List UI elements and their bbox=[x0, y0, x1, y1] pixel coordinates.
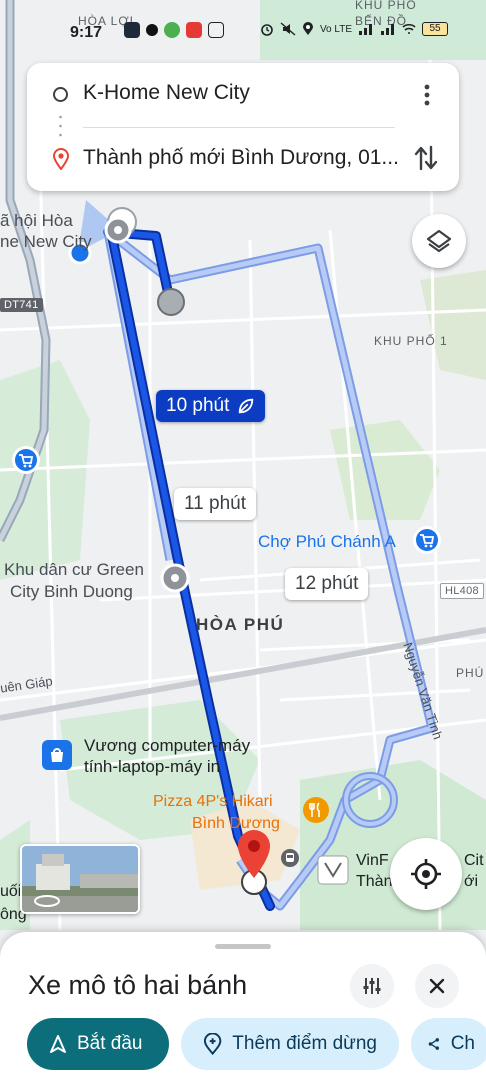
signal-icon bbox=[359, 24, 372, 35]
map-label-vuong-2[interactable]: tính-laptop-máy in bbox=[84, 758, 220, 776]
road-shield-hl408: HL408 bbox=[440, 583, 484, 599]
tune-icon bbox=[363, 978, 381, 994]
map-label-moi: ới bbox=[464, 873, 479, 890]
restaurant-icon bbox=[309, 802, 320, 817]
eco-leaf-icon bbox=[239, 398, 254, 414]
start-navigation-button[interactable]: Bắt đầu bbox=[27, 1018, 169, 1070]
status-time: 9:17 bbox=[70, 24, 103, 41]
map-label-cho-phu-chanh[interactable]: Chợ Phú Chánh A bbox=[258, 533, 396, 551]
shopping-bag-icon bbox=[51, 748, 63, 762]
add-stop-label: Thêm điểm dừng bbox=[232, 1033, 377, 1054]
map-label-khu-dan-cu-1[interactable]: Khu dân cư Green bbox=[4, 561, 144, 579]
alarm-icon bbox=[261, 24, 273, 36]
add-location-icon bbox=[203, 1033, 222, 1055]
map-label-uoi: uối bbox=[0, 883, 22, 900]
map-label-vinf-1[interactable]: VinF bbox=[356, 852, 389, 870]
vinfast-logo-icon bbox=[324, 862, 342, 878]
route-connector-dots bbox=[59, 115, 62, 137]
navigation-arrow-icon bbox=[50, 1035, 66, 1053]
app-green-icon bbox=[164, 22, 180, 38]
road-shield-dt741: DT741 bbox=[0, 298, 43, 312]
destination-pin-icon bbox=[53, 148, 69, 170]
map-label-khu-pho-1: KHU PHỐ 1 bbox=[374, 334, 448, 348]
swap-directions-icon[interactable] bbox=[413, 143, 439, 173]
my-location-button[interactable] bbox=[390, 838, 462, 910]
map-label-pizza-1[interactable]: Pizza 4P's Hikari bbox=[153, 793, 273, 811]
network-label: Vo LTE bbox=[319, 23, 352, 35]
signal-icon-2 bbox=[381, 24, 394, 35]
bus-stop-icon bbox=[286, 853, 294, 862]
origin-circle-icon bbox=[53, 87, 68, 102]
directions-bottom-sheet[interactable]: Xe mô tô hai bánh Bắt đầu Thêm điểm dừng bbox=[0, 932, 486, 1080]
route-card-divider bbox=[83, 127, 395, 128]
map-label-phu: PHÚ bbox=[456, 666, 485, 680]
mail-icon bbox=[208, 22, 224, 38]
crosshair-icon bbox=[411, 859, 441, 889]
map-label-pizza-2[interactable]: Bình Dương bbox=[192, 815, 280, 833]
layers-button[interactable] bbox=[412, 214, 466, 268]
notification-icons bbox=[124, 22, 224, 38]
start-label: Bắt đầu bbox=[77, 1033, 143, 1054]
close-button[interactable] bbox=[415, 964, 459, 1008]
share-icon bbox=[428, 1038, 439, 1050]
origin-field[interactable]: K-Home New City bbox=[83, 81, 250, 105]
wifi-icon bbox=[402, 23, 416, 34]
cart-icon bbox=[19, 454, 34, 468]
layers-icon bbox=[426, 229, 452, 253]
eta-label-alt1[interactable]: 11 phút bbox=[174, 488, 256, 520]
zalo-icon bbox=[124, 22, 140, 38]
street-view-thumbnail[interactable] bbox=[20, 844, 140, 914]
mute-icon bbox=[280, 22, 296, 36]
eta-main-text: 10 phút bbox=[166, 395, 230, 416]
street-view-360-icon bbox=[34, 895, 60, 907]
travel-mode-title: Xe mô tô hai bánh bbox=[28, 970, 248, 1000]
map-label-new-city: ne New City bbox=[0, 232, 92, 251]
route-card: K-Home New City Thành phố mới Bình Dương… bbox=[27, 63, 459, 191]
map-label-vinf-2[interactable]: Thàn bbox=[356, 873, 392, 891]
action-chips: Bắt đầu Thêm điểm dừng Ch bbox=[27, 1018, 486, 1070]
add-stop-button[interactable]: Thêm điểm dừng bbox=[181, 1018, 399, 1070]
tiktok-icon bbox=[146, 24, 158, 36]
map-label-hoa-phu: HÒA PHÚ bbox=[196, 615, 285, 634]
share-label: Ch bbox=[450, 1033, 475, 1054]
map-label-cit: Cit bbox=[464, 852, 484, 869]
location-icon bbox=[302, 22, 313, 35]
status-bar: 9:17 Vo LTE 55 bbox=[0, 10, 486, 46]
map-label-vuong-1[interactable]: Vương computer-máy bbox=[84, 737, 250, 755]
route-options-button[interactable] bbox=[350, 964, 394, 1008]
eta-label-main[interactable]: 10 phút bbox=[156, 390, 266, 422]
system-icons: Vo LTE 55 bbox=[260, 22, 448, 36]
app-red-icon bbox=[186, 22, 202, 38]
map-label-xa-hoi-hoa: ã hội Hòa bbox=[0, 211, 73, 230]
eta-label-alt2[interactable]: 12 phút bbox=[285, 568, 369, 600]
cart-icon bbox=[420, 534, 435, 548]
map-label-khu-dan-cu-2[interactable]: City Binh Duong bbox=[10, 583, 133, 601]
sheet-drag-handle[interactable] bbox=[215, 944, 271, 949]
battery-indicator: 55 bbox=[422, 22, 448, 36]
close-icon bbox=[429, 978, 445, 994]
more-vert-icon[interactable] bbox=[419, 83, 435, 107]
share-button[interactable]: Ch bbox=[411, 1018, 486, 1070]
destination-field[interactable]: Thành phố mới Bình Dương, 01... bbox=[83, 146, 403, 170]
